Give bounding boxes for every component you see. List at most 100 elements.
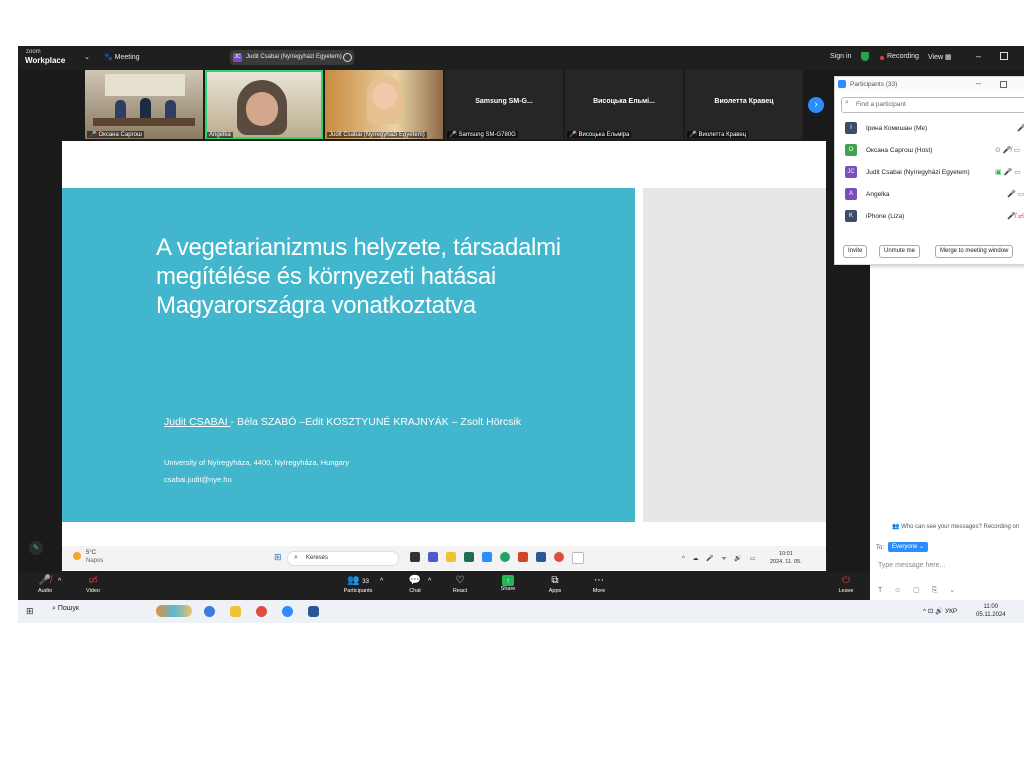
chat-label: Chat — [409, 588, 421, 594]
speaker-info-icon[interactable] — [343, 53, 352, 62]
participants-panel: Participants (33) – ⌕ Find a participant… — [834, 76, 1024, 265]
participant-row[interactable]: I Ірина Комишан (Me) 🎤̸ — [845, 119, 1024, 137]
app-icon — [410, 552, 420, 562]
minimize-icon[interactable]: – — [976, 51, 981, 61]
participant-row[interactable]: JC Judit Csabai (Nyíregyházi Egyetem) ▣ … — [845, 163, 1024, 181]
table-image — [93, 118, 195, 126]
maximize-icon[interactable] — [1000, 81, 1007, 88]
video-tile[interactable]: Judit Csabai (Nyíregyházi Egyetem) — [325, 70, 443, 139]
word-icon[interactable] — [308, 606, 319, 617]
chat-icon: 💬 — [408, 575, 422, 586]
unmute-me-button[interactable]: Unmute me — [879, 245, 921, 258]
next-page-arrow-icon[interactable]: › — [808, 97, 824, 113]
participant-big-name: Висоцька Ельмі... — [593, 98, 655, 105]
participant-label: 🎤̸ Висоцька Ельміра — [567, 131, 632, 138]
video-tile[interactable]: Виолетта Кравец 🎤̸ Виолетта Кравец — [685, 70, 803, 139]
participants-button[interactable]: 👥 33 Participants — [338, 574, 378, 594]
participants-icon: 👥 33 — [347, 575, 369, 586]
participant-status-icons[interactable]: 🎤 ▭ — [1007, 190, 1024, 198]
slide-authors: Judit CSABAI - Béla SZABÓ –Edit KOSZTYUN… — [164, 416, 521, 428]
video-tile[interactable]: Висоцька Ельмі... 🎤̸ Висоцька Ельміра — [565, 70, 683, 139]
maximize-icon[interactable] — [1000, 52, 1008, 60]
apps-label: Apps — [548, 588, 562, 594]
participant-status-icons[interactable]: ▣ 🎤 ▭ — [995, 168, 1021, 176]
video-label: Video — [86, 588, 100, 594]
meeting-menu[interactable]: 🐾 Meeting — [104, 53, 140, 61]
widgets-image[interactable] — [156, 605, 192, 617]
person-silhouette — [115, 100, 126, 120]
sign-in-button[interactable]: Sign in — [830, 53, 851, 60]
chat-button[interactable]: 💬 Chat — [404, 574, 426, 594]
slide-email: csabai.judit@nye.hu — [164, 475, 232, 484]
leave-button[interactable]: ⏻ Leave — [834, 574, 858, 594]
annotate-pen-icon[interactable]: ✎ — [29, 541, 43, 555]
more-button[interactable]: ⋯ More — [587, 574, 611, 594]
shield-icon[interactable] — [861, 52, 869, 61]
more-dots-icon: ⋯ — [594, 575, 604, 586]
avatar: JC — [845, 166, 857, 178]
avatar: A — [845, 188, 857, 200]
participant-name: Оксана Саргош (Host) — [866, 147, 933, 154]
chevron-down-icon[interactable]: ⌄ — [84, 53, 90, 61]
message-visibility-info[interactable]: 👥 Who can see your messages? Recording o… — [892, 523, 1019, 530]
video-tile[interactable]: Samsung SM-G... 🎤̸ Samsung SM-G780G — [445, 70, 563, 139]
video-off-icon: ▭̸ — [88, 575, 98, 586]
participant-name: Judit Csabai (Nyíregyházi Egyetem) — [866, 169, 970, 176]
person-silhouette — [140, 98, 151, 120]
active-speaker-name: Judit Csabai (Nyíregyházi Egyetem) — [246, 54, 342, 60]
apps-icon: ⧉ — [551, 575, 559, 586]
zoom-icon — [482, 552, 492, 562]
participant-row[interactable]: A Angelka 🎤 ▭ — [845, 185, 1024, 203]
chat-recipient-dropdown[interactable]: Everyone ⌄ — [888, 542, 929, 552]
video-button[interactable]: ▭̸ Video — [80, 574, 106, 594]
system-tray-icons: ^ ☁ 🎤 ᯤ 🔊 ▭ — [682, 556, 759, 562]
audio-button[interactable]: 🎤̸ Audio — [32, 574, 58, 594]
find-participant-input[interactable]: ⌕ Find a participant — [841, 97, 1024, 113]
chat-formatting-tools[interactable]: T ☺ ▢ ⎘ ⌄ — [878, 586, 960, 595]
folder-icon — [446, 552, 456, 562]
taskbar-search[interactable]: ⌕ Пошук — [52, 605, 79, 613]
participant-status-icons[interactable]: ⊙ 🎤̸ ▭ — [995, 146, 1020, 154]
muted-mic-icon[interactable]: 🎤̸ — [1017, 124, 1024, 132]
participant-status-icons[interactable]: 🎤̸ ▭̸ — [1007, 212, 1024, 220]
copilot-icon[interactable] — [204, 606, 215, 617]
participant-row[interactable]: K iPhone (Liza) 🎤̸ ▭̸ — [845, 207, 1024, 225]
participant-label: 🎤̸ Samsung SM-G780G — [447, 131, 518, 138]
view-button[interactable]: View ▦ — [928, 53, 952, 61]
chat-message-input[interactable]: Type message here... — [878, 562, 945, 569]
muted-mic-icon: 🎤̸ — [89, 132, 97, 138]
share-label: Share — [500, 586, 516, 592]
zoom-title-bar: zoom Workplace ⌄ 🐾 Meeting JC Judit Csab… — [18, 46, 1024, 70]
zoom-screenshot: zoom Workplace ⌄ 🐾 Meeting JC Judit Csab… — [18, 46, 1024, 623]
invite-button[interactable]: Invite — [843, 245, 868, 258]
share-button[interactable]: ↑ Share — [496, 574, 520, 592]
clock-date: 2024. 11. 05. — [770, 559, 802, 565]
minimize-icon[interactable]: – — [976, 78, 981, 88]
system-tray[interactable]: ^ ⊡ 🔊 УКР — [923, 607, 957, 615]
chat-options-chevron-icon[interactable]: ^ — [428, 578, 431, 585]
video-tile[interactable]: 🎤̸ Оксана Саргош — [85, 70, 203, 139]
apps-button[interactable]: ⧉ Apps — [543, 574, 567, 594]
audio-options-chevron-icon[interactable]: ^ — [58, 578, 61, 585]
active-speaker-pill[interactable]: JC Judit Csabai (Nyíregyházi Egyetem) — [230, 50, 354, 65]
zoom-icon[interactable] — [282, 606, 293, 617]
folder-icon[interactable] — [230, 606, 241, 617]
shared-screen-slide: A vegetarianizmus helyzete, társadalmi m… — [62, 141, 826, 571]
participants-count: 33 — [362, 579, 369, 585]
participants-options-chevron-icon[interactable]: ^ — [380, 578, 383, 585]
audio-label: Audio — [37, 588, 53, 594]
participant-row[interactable]: O Оксана Саргош (Host) ⊙ 🎤̸ ▭ — [845, 141, 1024, 159]
recording-indicator[interactable]: Recording — [887, 53, 919, 60]
language-indicator[interactable]: УКР — [945, 608, 957, 615]
face-image — [246, 92, 278, 126]
windows-start-icon: ⊞ — [274, 552, 282, 562]
chrome-icon[interactable] — [256, 606, 267, 617]
windows-start-icon[interactable]: ⊞ — [26, 606, 34, 617]
video-tile-active-speaker[interactable]: Angelka — [205, 70, 323, 139]
zoom-logo-top: zoom — [26, 49, 41, 55]
taskbar-clock[interactable]: 11:00 05.11.2024 — [976, 603, 1006, 619]
react-button[interactable]: ♡ React — [448, 574, 472, 594]
clock-date: 05.11.2024 — [976, 612, 1006, 618]
merge-to-meeting-window-button[interactable]: Merge to meeting window — [935, 245, 1014, 258]
muted-mic-icon: 🎤̸ — [38, 575, 52, 586]
